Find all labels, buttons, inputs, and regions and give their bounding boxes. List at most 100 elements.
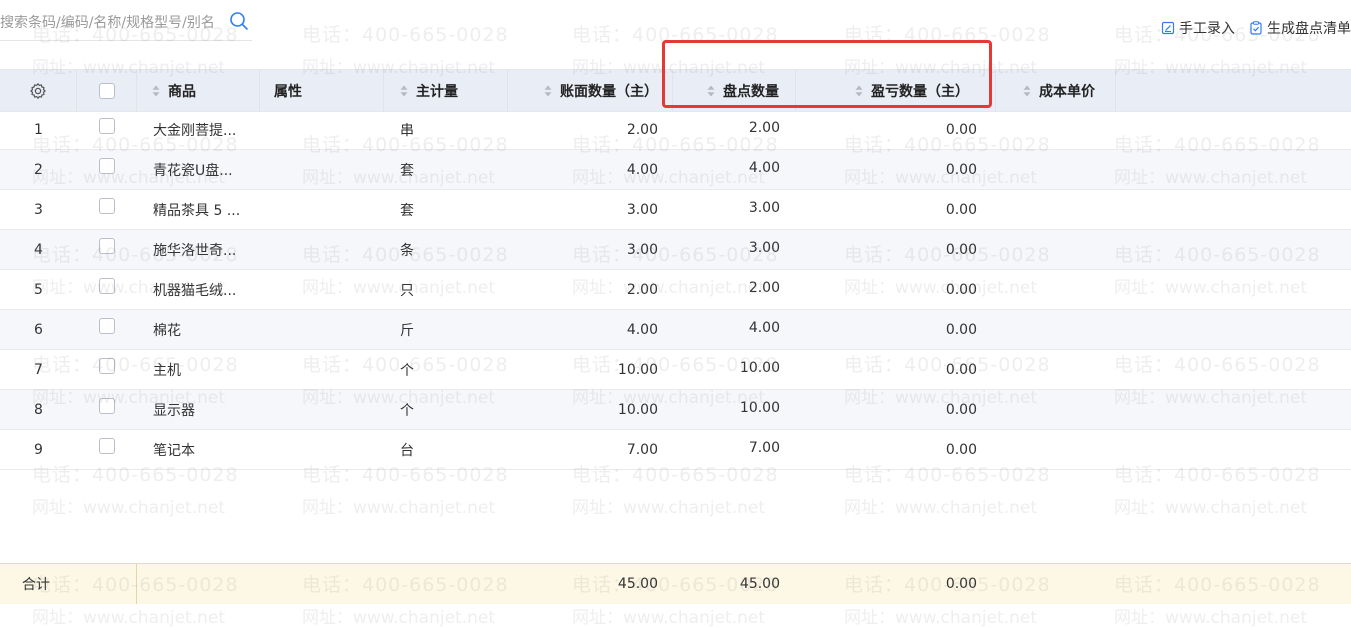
attribute-cell bbox=[260, 350, 384, 390]
row-index: 7 bbox=[34, 362, 43, 378]
count-qty-input[interactable]: 2.00 bbox=[673, 268, 780, 308]
unit-cell: 串 bbox=[400, 123, 414, 139]
table-row[interactable]: 8 显示器 个 10.00 10.00 0.00 bbox=[0, 390, 1351, 430]
row-checkbox[interactable] bbox=[99, 278, 115, 294]
row-checkbox[interactable] bbox=[99, 198, 115, 214]
unit-cost-cell bbox=[996, 430, 1116, 470]
row-checkbox[interactable] bbox=[99, 358, 115, 374]
book-qty-cell: 10.00 bbox=[617, 402, 658, 418]
sort-icon[interactable] bbox=[1023, 85, 1031, 97]
row-checkbox[interactable] bbox=[99, 398, 115, 414]
row-index: 8 bbox=[34, 402, 43, 418]
diff-qty-cell: 0.00 bbox=[945, 242, 977, 258]
highlight-annotation-box bbox=[662, 40, 992, 108]
product-name[interactable]: 显示器 bbox=[153, 390, 258, 430]
book-qty-cell: 10.00 bbox=[617, 362, 658, 378]
footer-book-qty: 45.00 bbox=[617, 576, 658, 592]
row-checkbox[interactable] bbox=[99, 158, 115, 174]
product-name[interactable]: 施华洛世奇... bbox=[153, 230, 258, 270]
table-row[interactable]: 9 笔记本 台 7.00 7.00 0.00 bbox=[0, 430, 1351, 470]
column-header-unit-cost-label: 成本单价 bbox=[1039, 83, 1095, 100]
table-row[interactable]: 2 青花瓷U盘... 套 4.00 4.00 0.00 bbox=[0, 150, 1351, 190]
column-settings-header bbox=[0, 70, 77, 111]
sort-icon[interactable] bbox=[544, 85, 552, 97]
unit-cost-cell bbox=[996, 390, 1116, 430]
sort-icon[interactable] bbox=[400, 85, 408, 97]
table-row[interactable]: 5 机器猫毛绒... 只 2.00 2.00 0.00 bbox=[0, 270, 1351, 310]
count-qty-input[interactable]: 4.00 bbox=[673, 308, 780, 348]
count-qty-input[interactable]: 2.00 bbox=[673, 108, 780, 148]
table-row[interactable]: 6 棉花 斤 4.00 4.00 0.00 bbox=[0, 310, 1351, 350]
column-header-attribute-label: 属性 bbox=[274, 83, 302, 100]
select-all-checkbox[interactable] bbox=[98, 82, 115, 99]
attribute-cell bbox=[260, 310, 384, 350]
watermark-phone: 电话：400-665-0028 bbox=[302, 24, 509, 46]
column-header-product-label: 商品 bbox=[168, 83, 196, 100]
column-header-unit-cost[interactable]: 成本单价 bbox=[996, 70, 1116, 111]
footer-diff-qty: 0.00 bbox=[945, 576, 977, 592]
count-qty-input[interactable]: 3.00 bbox=[673, 228, 780, 268]
row-checkbox-cell bbox=[77, 186, 137, 226]
manual-entry-button[interactable]: 手工录入 bbox=[1161, 18, 1235, 38]
watermark-site: 网址：www.chanjet.net bbox=[302, 608, 496, 628]
product-name[interactable]: 棉花 bbox=[153, 310, 258, 350]
book-qty-cell: 2.00 bbox=[626, 282, 658, 298]
toolbar: 手工录入 生成盘点清单 bbox=[1161, 18, 1351, 38]
product-name[interactable]: 精品茶具 5 ... bbox=[153, 190, 258, 230]
watermark-site: 网址：www.chanjet.net bbox=[32, 608, 226, 628]
product-name[interactable]: 主机 bbox=[153, 350, 258, 390]
search-icon[interactable] bbox=[229, 11, 249, 31]
column-header-product[interactable]: 商品 bbox=[137, 70, 260, 111]
table-row[interactable]: 4 施华洛世奇... 条 3.00 3.00 0.00 bbox=[0, 230, 1351, 270]
row-checkbox[interactable] bbox=[99, 318, 115, 334]
search-input[interactable] bbox=[0, 12, 222, 34]
row-checkbox-cell bbox=[77, 146, 137, 186]
book-qty-cell: 3.00 bbox=[626, 202, 658, 218]
unit-cost-cell bbox=[996, 190, 1116, 230]
attribute-cell bbox=[260, 230, 384, 270]
column-header-book-qty[interactable]: 账面数量（主） bbox=[508, 70, 673, 111]
watermark-site: 网址：www.chanjet.net bbox=[844, 608, 1038, 628]
book-qty-cell: 2.00 bbox=[626, 122, 658, 138]
row-checkbox-cell bbox=[77, 266, 137, 306]
product-name[interactable]: 笔记本 bbox=[153, 430, 258, 470]
count-qty-input[interactable]: 4.00 bbox=[673, 148, 780, 188]
watermark-site: 网址：www.chanjet.net bbox=[1114, 608, 1308, 628]
row-checkbox[interactable] bbox=[99, 118, 115, 134]
row-checkbox-cell bbox=[77, 346, 137, 386]
table-row[interactable]: 7 主机 个 10.00 10.00 0.00 bbox=[0, 350, 1351, 390]
watermark-site: 网址：www.chanjet.net bbox=[572, 608, 766, 628]
column-header-attribute: 属性 bbox=[260, 70, 384, 111]
unit-cell: 台 bbox=[400, 443, 414, 459]
generate-count-list-button[interactable]: 生成盘点清单 bbox=[1249, 18, 1351, 38]
diff-qty-cell: 0.00 bbox=[945, 122, 977, 138]
unit-cost-cell bbox=[996, 310, 1116, 350]
count-qty-input[interactable]: 10.00 bbox=[673, 348, 780, 388]
row-checkbox[interactable] bbox=[99, 238, 115, 254]
diff-qty-cell: 0.00 bbox=[945, 322, 977, 338]
product-name[interactable]: 青花瓷U盘... bbox=[153, 150, 258, 190]
sort-icon[interactable] bbox=[152, 85, 160, 97]
table-row[interactable]: 1 大金刚菩提... 串 2.00 2.00 0.00 bbox=[0, 110, 1351, 150]
diff-qty-cell: 0.00 bbox=[945, 442, 977, 458]
table-row[interactable]: 3 精品茶具 5 ... 套 3.00 3.00 0.00 bbox=[0, 190, 1351, 230]
row-checkbox[interactable] bbox=[99, 438, 115, 454]
attribute-cell bbox=[260, 150, 384, 190]
row-index: 1 bbox=[34, 122, 43, 138]
column-header-unit[interactable]: 主计量 bbox=[384, 70, 508, 111]
watermark-site: 网址：www.chanjet.net bbox=[1114, 498, 1308, 518]
attribute-cell bbox=[260, 430, 384, 470]
attribute-cell bbox=[260, 390, 384, 430]
column-header-book-qty-label: 账面数量（主） bbox=[560, 83, 658, 100]
count-qty-input[interactable]: 3.00 bbox=[673, 188, 780, 228]
gear-icon[interactable] bbox=[29, 82, 47, 100]
count-qty-input[interactable]: 7.00 bbox=[673, 428, 780, 468]
product-name[interactable]: 大金刚菩提... bbox=[153, 110, 258, 150]
count-qty-input[interactable]: 10.00 bbox=[673, 388, 780, 428]
attribute-cell bbox=[260, 190, 384, 230]
watermark-site: 网址：www.chanjet.net bbox=[844, 498, 1038, 518]
product-name[interactable]: 机器猫毛绒... bbox=[153, 270, 258, 310]
book-qty-cell: 7.00 bbox=[626, 442, 658, 458]
book-qty-cell: 3.00 bbox=[626, 242, 658, 258]
unit-cost-cell bbox=[996, 110, 1116, 150]
